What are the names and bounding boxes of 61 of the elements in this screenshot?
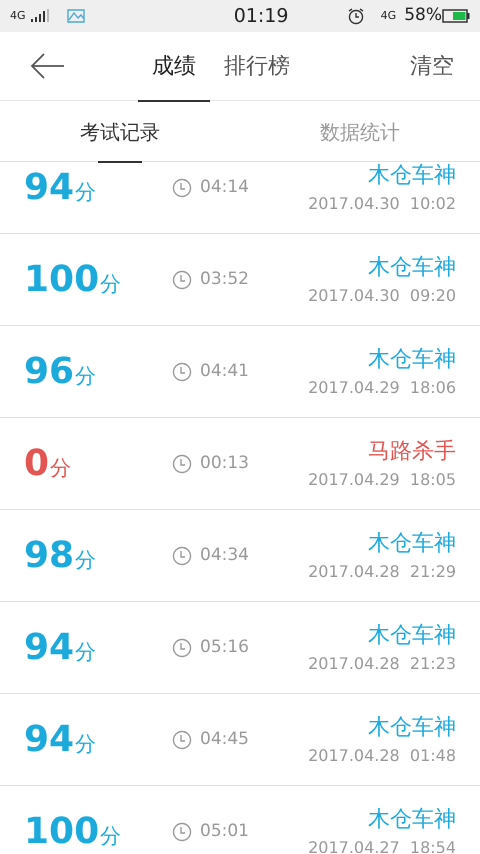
duration-text: 04:41 — [200, 360, 249, 383]
date-text: 2017.04.28 21:29 — [308, 561, 456, 583]
date-text: 2017.04.28 21:23 — [308, 653, 456, 675]
date-text: 2017.04.28 01:48 — [308, 745, 456, 767]
tab[interactable]: 成绩 — [138, 32, 210, 100]
score-value: 98 — [24, 534, 74, 576]
score-unit: 分 — [75, 640, 96, 664]
back-arrow-icon — [30, 53, 66, 79]
date-text: 2017.04.29 18:06 — [308, 377, 456, 399]
score-unit: 分 — [75, 364, 96, 388]
rank-title: 木仓车神 — [368, 622, 456, 650]
rank-title: 木仓车神 — [368, 346, 456, 374]
battery-icon — [442, 8, 470, 24]
clock-time: 01:19 — [232, 4, 290, 29]
clock-icon — [172, 546, 192, 566]
duration-text: 05:01 — [200, 820, 249, 843]
alarm-icon — [346, 7, 365, 25]
clock-icon — [172, 270, 192, 290]
score-unit: 分 — [75, 180, 96, 204]
clock-icon — [172, 178, 192, 198]
score-unit: 分 — [50, 456, 72, 480]
score-unit: 分 — [75, 732, 96, 756]
image-icon — [66, 8, 86, 24]
duration-text: 05:16 — [200, 636, 249, 659]
battery-percent: 58% — [404, 4, 442, 28]
date-text: 2017.04.27 18:54 — [308, 837, 456, 853]
score-value: 94 — [24, 166, 74, 208]
clock-icon — [172, 730, 192, 750]
network-label: 4G — [10, 8, 26, 24]
tab[interactable]: 考试记录 — [76, 101, 164, 162]
duration-text: 04:14 — [200, 176, 249, 199]
clear-button[interactable]: 清空 — [410, 50, 480, 82]
score-unit: 分 — [100, 272, 122, 296]
signal-icon — [30, 9, 50, 23]
clock-icon — [172, 362, 192, 382]
duration-text: 04:34 — [200, 544, 249, 567]
score-value: 100 — [24, 258, 100, 300]
clock-icon — [172, 638, 192, 658]
score-value: 94 — [24, 718, 74, 760]
duration-text: 00:13 — [200, 452, 249, 475]
score-unit: 分 — [100, 824, 122, 848]
date-text: 2017.04.30 09:20 — [308, 285, 456, 307]
rank-title: 木仓车神 — [368, 530, 456, 558]
rank-title: 木仓车神 — [368, 162, 456, 190]
rank-title: 马路杀手 — [368, 438, 456, 466]
duration-text: 03:52 — [200, 268, 249, 291]
duration-text: 04:45 — [200, 728, 249, 751]
rank-title: 木仓车神 — [368, 806, 456, 834]
tab[interactable]: 排行榜 — [210, 32, 304, 100]
score-value: 0 — [24, 442, 50, 484]
score-unit: 分 — [75, 548, 96, 572]
score-value: 94 — [24, 626, 74, 668]
clock-icon — [172, 454, 192, 474]
rank-title: 木仓车神 — [368, 254, 456, 282]
data-network-label: 4G — [380, 8, 396, 24]
score-value: 96 — [24, 350, 74, 392]
rank-title: 木仓车神 — [368, 714, 456, 742]
score-value: 100 — [24, 810, 100, 852]
date-text: 2017.04.30 10:02 — [308, 193, 456, 215]
date-text: 2017.04.29 18:05 — [308, 469, 456, 491]
clock-icon — [172, 822, 192, 842]
